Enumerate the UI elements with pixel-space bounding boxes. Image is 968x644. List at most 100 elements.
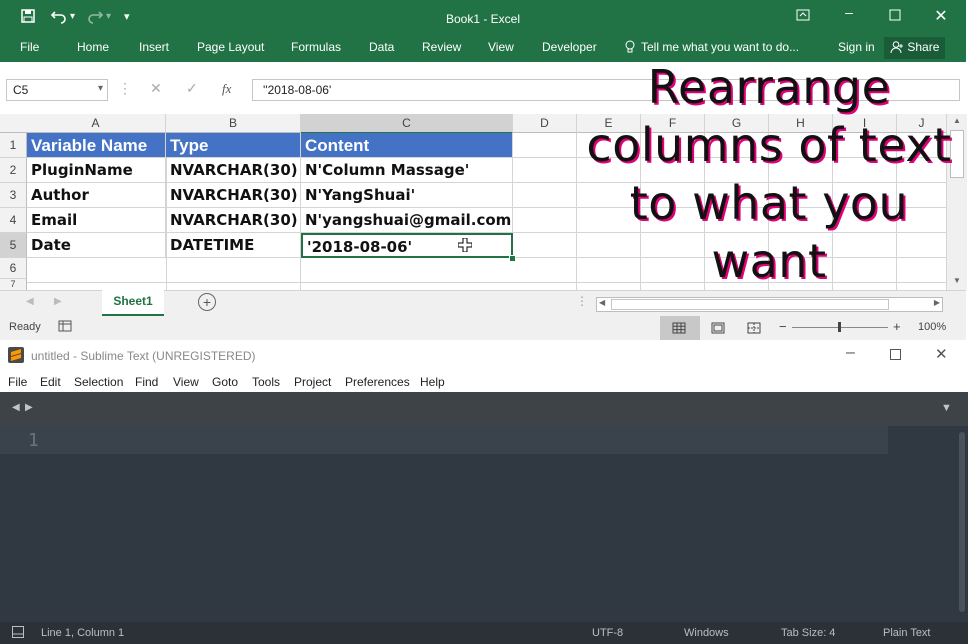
sublime-minimize-icon[interactable]: – [846, 344, 855, 362]
column-header-c[interactable]: C [301, 114, 513, 134]
status-tab-size[interactable]: Tab Size: 4 [781, 627, 835, 639]
prev-sheet-icon[interactable]: ◀ [26, 296, 34, 307]
excel-title-bar: ▾ ▾ ▾ Book1 - Excel – ✕ [0, 0, 966, 34]
overlay-line-2: columns of text [586, 118, 952, 172]
menu-goto[interactable]: Goto [212, 375, 238, 389]
selected-cell-c5[interactable]: '2018-08-06' [301, 233, 513, 258]
maximize-icon[interactable] [884, 8, 906, 24]
table-cell[interactable]: Author [27, 183, 166, 208]
menu-project[interactable]: Project [294, 375, 331, 389]
table-cell[interactable]: N'YangShuai' [301, 183, 513, 208]
menu-edit[interactable]: Edit [40, 375, 61, 389]
row-header-1[interactable]: 1 [0, 133, 27, 158]
table-cell[interactable]: N'yangshuai@gmail.com' [301, 208, 513, 233]
page-layout-view-icon[interactable] [711, 322, 725, 337]
table-header-content[interactable]: Content [301, 133, 513, 158]
column-header-d[interactable]: D [513, 114, 577, 133]
table-cell[interactable]: N'Column Massage' [301, 158, 513, 183]
fill-handle[interactable] [509, 255, 516, 262]
row-header-5[interactable]: 5 [0, 233, 27, 258]
scroll-right-icon[interactable]: ▶ [934, 298, 940, 307]
sheet-tabs-bar: ◀ ▶ Sheet1 + ⋮ ◀ ▶ [0, 290, 966, 317]
table-cell[interactable]: Email [27, 208, 166, 233]
zoom-in-icon[interactable]: + [893, 319, 901, 334]
table-cell[interactable]: PluginName [27, 158, 166, 183]
zoom-out-icon[interactable]: − [779, 319, 787, 334]
page-break-view-icon[interactable] [747, 322, 761, 337]
editor-scrollbar[interactable] [958, 426, 968, 622]
tab-review[interactable]: Review [422, 40, 461, 54]
sublime-maximize-icon[interactable] [890, 349, 901, 363]
row-header-4[interactable]: 4 [0, 208, 27, 233]
column-header-b[interactable]: B [166, 114, 301, 133]
cancel-icon[interactable]: ✕ [150, 80, 162, 97]
column-header-a[interactable]: A [26, 114, 166, 133]
table-cell[interactable]: Date [27, 233, 166, 258]
tab-split-icon[interactable]: ⋮ [576, 294, 588, 308]
row-header-3[interactable]: 3 [0, 183, 27, 208]
editor-scroll-thumb[interactable] [959, 432, 965, 612]
sublime-tab-bar: ◀ ▶ ▼ [0, 392, 968, 426]
table-header-variable-name[interactable]: Variable Name [27, 133, 166, 158]
tab-page-layout[interactable]: Page Layout [197, 40, 264, 54]
sign-in-link[interactable]: Sign in [838, 40, 875, 54]
tab-data[interactable]: Data [369, 40, 394, 54]
row-header-6[interactable]: 6 [0, 258, 27, 279]
macro-record-icon[interactable] [58, 320, 72, 335]
normal-view-button[interactable] [660, 316, 700, 340]
formula-bar-grip-icon: ⋮ [118, 80, 132, 96]
ribbon-display-options-icon[interactable] [792, 8, 814, 24]
select-all-corner[interactable] [0, 114, 27, 133]
table-header-type[interactable]: Type [166, 133, 301, 158]
table-cell[interactable]: NVARCHAR(30) [166, 208, 301, 233]
zoom-slider-thumb[interactable] [838, 322, 841, 332]
close-icon[interactable]: ✕ [930, 6, 952, 26]
status-cursor-position: Line 1, Column 1 [41, 627, 125, 639]
tab-list-dropdown-icon[interactable]: ▼ [941, 402, 952, 414]
menu-find[interactable]: Find [135, 375, 158, 389]
lightbulb-icon [624, 40, 636, 57]
sublime-menu-bar: File Edit Selection Find View Goto Tools… [0, 370, 968, 392]
status-panel-icon[interactable] [12, 626, 24, 641]
tab-insert[interactable]: Insert [139, 40, 169, 54]
formula-value: ''2018-08-06' [263, 83, 332, 97]
name-box[interactable]: C5 ▾ [6, 79, 108, 101]
table-cell[interactable]: NVARCHAR(30) [166, 183, 301, 208]
tab-file[interactable]: File [20, 40, 39, 54]
row-header-2[interactable]: 2 [0, 158, 27, 183]
tab-scroll-left-icon[interactable]: ◀ [12, 402, 20, 413]
status-encoding[interactable]: UTF-8 [592, 627, 623, 639]
tab-formulas[interactable]: Formulas [291, 40, 341, 54]
horizontal-scrollbar[interactable]: ◀ ▶ [596, 297, 943, 312]
tab-view[interactable]: View [488, 40, 514, 54]
menu-tools[interactable]: Tools [252, 375, 280, 389]
table-cell[interactable]: NVARCHAR(30) [166, 158, 301, 183]
status-syntax[interactable]: Plain Text [883, 627, 931, 639]
menu-file[interactable]: File [8, 375, 27, 389]
share-button[interactable]: Share [884, 37, 946, 59]
menu-preferences[interactable]: Preferences [345, 375, 410, 389]
sublime-close-icon[interactable]: ✕ [935, 345, 948, 363]
tab-developer[interactable]: Developer [542, 40, 597, 54]
scroll-left-icon[interactable]: ◀ [599, 298, 605, 307]
tab-home[interactable]: Home [77, 40, 109, 54]
status-line-endings[interactable]: Windows [684, 627, 729, 639]
excel-status-bar: Ready − + 100% [0, 316, 966, 340]
enter-check-icon[interactable]: ✓ [186, 80, 198, 97]
menu-selection[interactable]: Selection [74, 375, 123, 389]
menu-help[interactable]: Help [420, 375, 445, 389]
sheet-tab-sheet1[interactable]: Sheet1 [102, 290, 164, 317]
zoom-level[interactable]: 100% [918, 321, 946, 333]
next-sheet-icon[interactable]: ▶ [54, 296, 62, 307]
tab-scroll-right-icon[interactable]: ▶ [25, 402, 33, 413]
horizontal-scroll-thumb[interactable] [611, 299, 889, 310]
editor-area[interactable]: 1 [0, 426, 958, 622]
sublime-title-bar: untitled - Sublime Text (UNREGISTERED) –… [0, 340, 968, 370]
table-cell[interactable]: DATETIME [166, 233, 301, 258]
minimize-icon[interactable]: – [838, 4, 860, 20]
new-sheet-icon[interactable]: + [198, 293, 216, 311]
menu-view[interactable]: View [173, 375, 199, 389]
insert-function-icon[interactable]: fx [222, 81, 231, 97]
name-box-dropdown-icon[interactable]: ▾ [98, 83, 103, 94]
tell-me-search[interactable]: Tell me what you want to do... [641, 40, 799, 54]
